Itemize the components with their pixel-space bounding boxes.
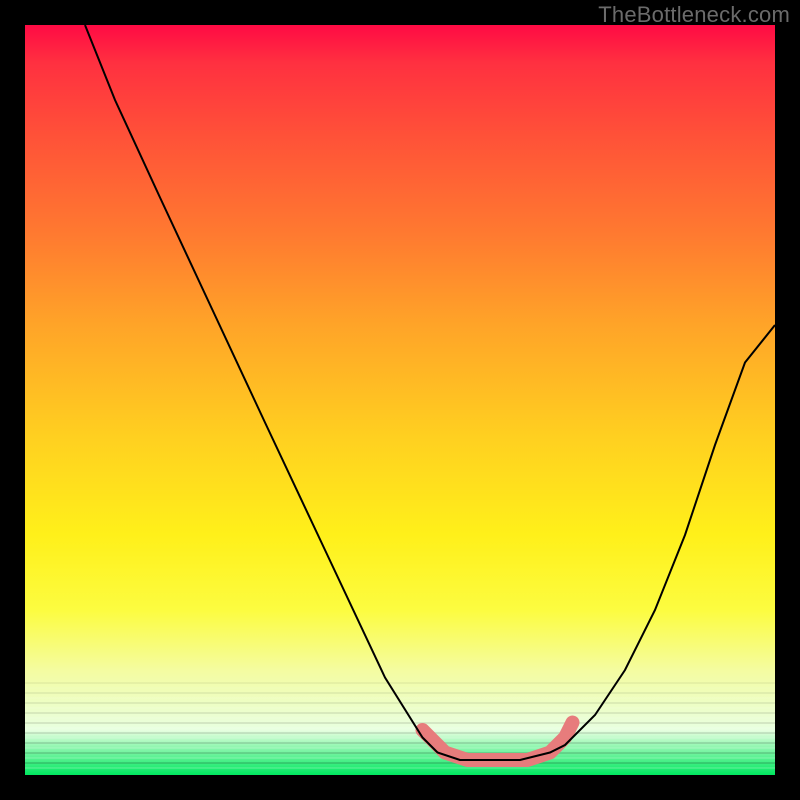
curve-line [85, 25, 775, 760]
chart-frame: TheBottleneck.com [0, 0, 800, 800]
bottleneck-curve [25, 25, 775, 775]
plot-area [25, 25, 775, 775]
